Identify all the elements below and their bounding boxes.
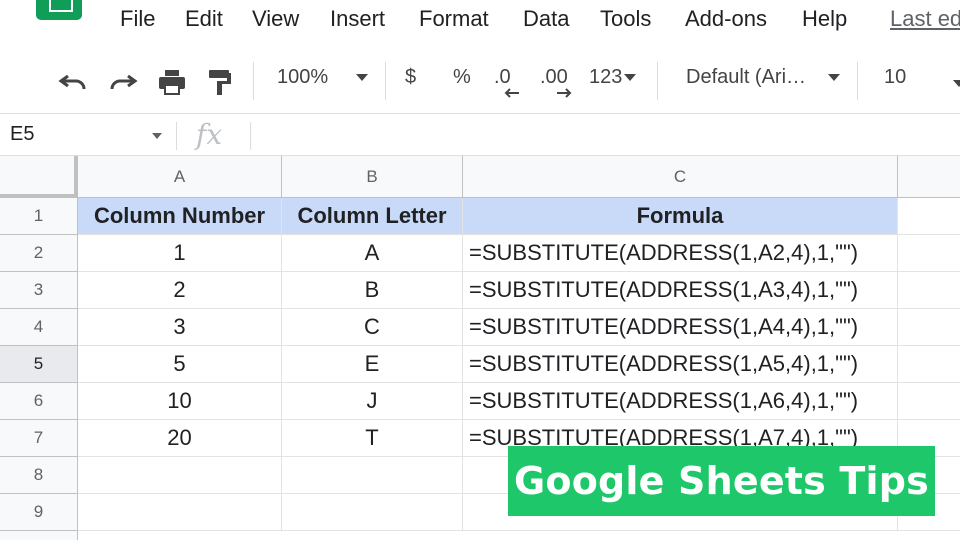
menu-help[interactable]: Help [802,6,847,32]
column-header-a[interactable]: A [78,156,282,198]
menu-data[interactable]: Data [523,6,569,32]
toolbar-divider [857,62,858,100]
toolbar: 100% $ % .0 .00 123 Default (Ari… 10 [0,48,960,114]
row-header[interactable]: 2 [0,235,78,272]
table-cell[interactable]: =SUBSTITUTE(ADDRESS(1,A4,4),1,"") [463,309,898,346]
paint-format-icon[interactable] [207,68,233,96]
decrease-decimal-button[interactable]: .0 [494,66,519,98]
row-header[interactable]: 1 [0,198,78,235]
formula-bar-divider [250,122,251,150]
arrow-right-icon [557,88,572,98]
empty-cell[interactable] [898,309,960,346]
table-cell[interactable]: =SUBSTITUTE(ADDRESS(1,A5,4),1,"") [463,346,898,383]
column-header-c[interactable]: C [463,156,898,198]
sheets-logo-icon[interactable] [36,0,82,20]
percent-format-button[interactable]: % [453,66,471,89]
table-cell[interactable]: E [282,346,463,383]
last-edit-link[interactable]: Last ed [890,6,960,32]
table-cell[interactable]: 20 [78,420,282,457]
increase-decimal-button[interactable]: .00 [540,66,572,98]
fx-icon: fx [196,118,223,151]
menu-file[interactable]: File [120,6,155,32]
table-cell[interactable]: B [282,272,463,309]
formula-bar: E5 fx [0,114,960,156]
menu-format[interactable]: Format [419,6,489,32]
chevron-down-icon[interactable] [152,133,162,139]
table-cell[interactable]: T [282,420,463,457]
table-cell[interactable]: 1 [78,235,282,272]
column-header-d[interactable] [898,156,960,198]
row-header[interactable] [0,531,78,540]
empty-cell[interactable] [78,457,282,494]
row-header[interactable]: 3 [0,272,78,309]
row-header[interactable]: 4 [0,309,78,346]
table-cell[interactable]: A [282,235,463,272]
currency-format-button[interactable]: $ [405,66,416,89]
font-family-value: Default (Ari… [686,66,807,88]
table-header-cell[interactable]: Column Number [78,198,282,235]
empty-cell[interactable] [898,198,960,235]
print-icon[interactable] [157,68,187,96]
menu-bar: File Edit View Insert Format Data Tools … [0,0,960,44]
empty-cell[interactable] [898,383,960,420]
row-header[interactable]: 8 [0,457,78,494]
empty-cell[interactable] [282,457,463,494]
chevron-down-icon [828,74,841,82]
more-formats-label: 123 [589,66,623,88]
menu-add-ons[interactable]: Add-ons [685,6,767,32]
zoom-value: 100% [277,66,329,88]
chevron-down-icon [624,74,637,82]
font-family-select[interactable]: Default (Ari… [686,66,841,89]
chevron-down-icon [356,74,369,82]
chevron-down-icon[interactable] [953,80,960,87]
select-all-corner[interactable] [0,156,78,198]
row-header-selected[interactable]: 5 [0,346,78,383]
table-cell[interactable]: =SUBSTITUTE(ADDRESS(1,A2,4),1,"") [463,235,898,272]
table-cell[interactable]: =SUBSTITUTE(ADDRESS(1,A3,4),1,"") [463,272,898,309]
menu-edit[interactable]: Edit [185,6,223,32]
table-cell[interactable]: 2 [78,272,282,309]
empty-cell[interactable] [898,346,960,383]
toolbar-divider [657,62,658,100]
table-header-cell[interactable]: Formula [463,198,898,235]
redo-icon[interactable] [108,70,138,92]
empty-cell[interactable] [898,235,960,272]
toolbar-divider [253,62,254,100]
empty-cell[interactable] [78,494,282,531]
table-cell[interactable]: =SUBSTITUTE(ADDRESS(1,A6,4),1,"") [463,383,898,420]
google-sheets-tips-banner: Google Sheets Tips [508,446,935,516]
name-box[interactable]: E5 [10,123,34,146]
row-header[interactable]: 7 [0,420,78,457]
table-header-cell[interactable]: Column Letter [282,198,463,235]
table-cell[interactable]: 3 [78,309,282,346]
table-cell[interactable]: 10 [78,383,282,420]
menu-view[interactable]: View [252,6,299,32]
menu-tools[interactable]: Tools [600,6,651,32]
decrease-decimal-label: .0 [494,66,511,88]
zoom-select[interactable]: 100% [277,66,369,89]
increase-decimal-label: .00 [540,66,568,88]
font-size-select[interactable]: 10 [884,66,906,89]
column-header-b[interactable]: B [282,156,463,198]
formula-bar-divider [176,122,177,150]
arrow-left-icon [504,88,519,98]
row-header[interactable]: 9 [0,494,78,531]
toolbar-divider [385,62,386,100]
empty-cell[interactable] [282,494,463,531]
row-header[interactable]: 6 [0,383,78,420]
table-cell[interactable]: C [282,309,463,346]
undo-icon[interactable] [58,70,88,92]
menu-insert[interactable]: Insert [330,6,385,32]
table-cell[interactable]: J [282,383,463,420]
empty-cell[interactable] [898,272,960,309]
more-formats-button[interactable]: 123 [589,66,637,89]
table-cell[interactable]: 5 [78,346,282,383]
